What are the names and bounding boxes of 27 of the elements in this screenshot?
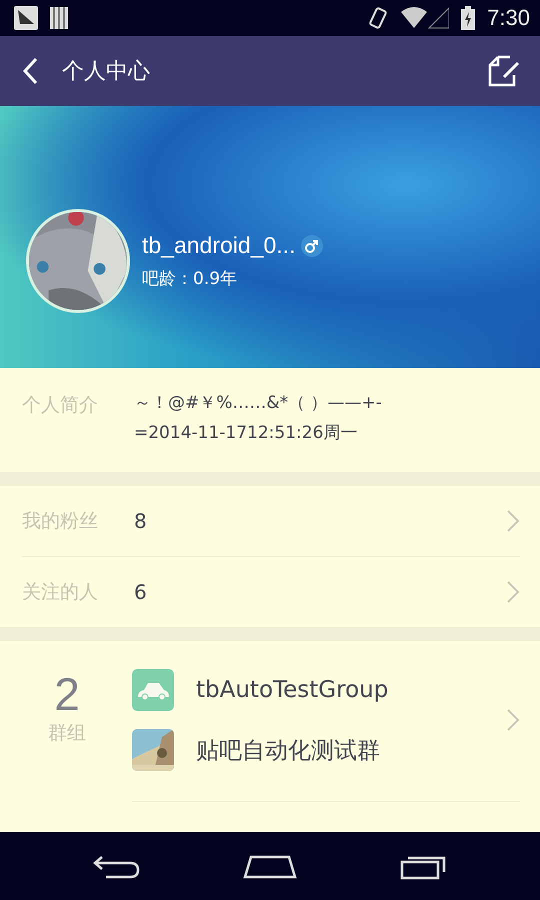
group-name: tbAutoTestGroup xyxy=(196,677,388,703)
male-icon xyxy=(301,234,324,256)
group-name: 贴吧自动化测试群 xyxy=(196,736,380,766)
intro-label: 个人简介 xyxy=(22,393,99,418)
vibrate-icon xyxy=(367,6,390,30)
group-count: 2 xyxy=(54,669,80,720)
account-age: 吧龄：0.9年 xyxy=(142,268,238,290)
intro-text: ～！@#￥%……&*（ ）——+-=2014-11-1712:51:26周一 xyxy=(134,392,383,445)
clock-time: 7:30 xyxy=(487,5,530,31)
battery-icon xyxy=(461,6,476,30)
barcode-icon xyxy=(50,7,68,29)
stat-label: 我的粉丝 xyxy=(22,509,99,534)
stat-value: 8 xyxy=(134,509,148,533)
back-icon[interactable] xyxy=(22,57,38,85)
home-icon[interactable] xyxy=(242,853,297,879)
chevron-right-icon xyxy=(506,580,520,604)
username: tb_android_0... xyxy=(142,232,296,259)
stat-label: 关注的人 xyxy=(22,580,99,605)
wifi-icon xyxy=(401,6,450,30)
back-icon[interactable] xyxy=(92,853,140,879)
edit-icon[interactable] xyxy=(488,55,522,87)
chevron-right-icon xyxy=(506,708,520,732)
stat-value: 6 xyxy=(134,580,148,604)
car-icon xyxy=(132,669,174,711)
page-title: 个人中心 xyxy=(62,58,151,86)
group-label: 群组 xyxy=(48,720,86,746)
chevron-right-icon xyxy=(506,509,520,533)
